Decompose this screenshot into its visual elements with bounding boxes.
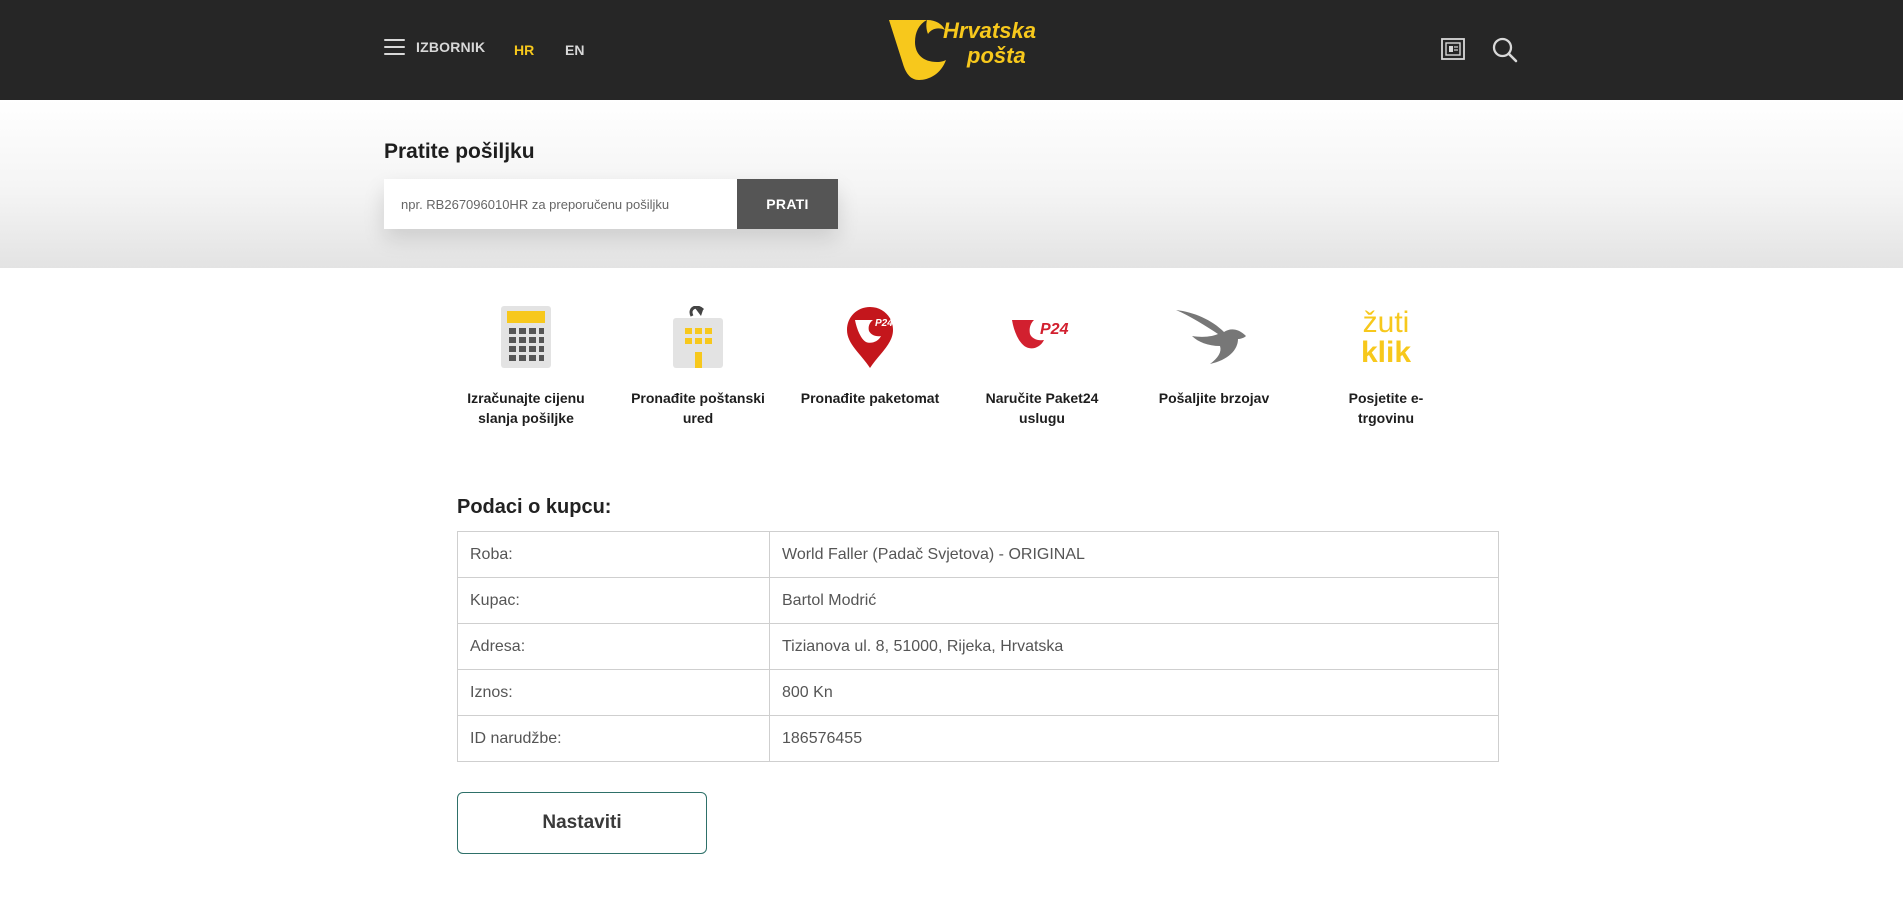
- row-label: Kupac:: [457, 577, 770, 624]
- quick-link-calculate-price[interactable]: Izračunajte cijenu slanja pošiljke: [451, 306, 601, 428]
- row-value: Bartol Modrić: [769, 577, 1499, 624]
- post-office-icon: [673, 306, 723, 368]
- tracking-title: Pratite pošiljku: [384, 140, 535, 163]
- paket24-icon: P24: [1012, 320, 1069, 349]
- posthorn-logo-icon: [889, 20, 946, 80]
- zuti-klik-icon: žuti klik: [1311, 306, 1461, 370]
- svg-text:P24: P24: [875, 318, 893, 329]
- logo-wordmark: Hrvatska pošta: [943, 18, 1036, 68]
- quick-link-paket24[interactable]: P24 Naručite Paket24 uslugu: [967, 306, 1117, 428]
- quick-link-label: Posjetite e-trgovinu: [1348, 390, 1424, 426]
- track-button[interactable]: PRATI: [737, 179, 838, 229]
- hrvatska-posta-logo[interactable]: Hrvatska pošta: [889, 18, 1049, 82]
- tracking-banner: [0, 100, 1903, 268]
- svg-text:P24: P24: [1040, 321, 1069, 338]
- tracking-form: PRATI: [384, 179, 838, 229]
- row-label: ID narudžbe:: [457, 715, 770, 762]
- menu-button[interactable]: IZBORNIK: [384, 39, 485, 55]
- language-hr-link[interactable]: HR: [514, 42, 534, 58]
- row-label: Iznos:: [457, 669, 770, 716]
- calculator-icon: [501, 306, 551, 368]
- site-header: IZBORNIK HR EN Hrvatska pošta: [0, 0, 1903, 100]
- row-value: World Faller (Padač Svjetova) - ORIGINAL: [769, 531, 1499, 578]
- quick-link-label: Pronađite poštanski ured: [631, 390, 765, 426]
- hamburger-icon: [384, 39, 405, 55]
- quick-link-post-office[interactable]: Pronađite poštanski ured: [623, 306, 773, 428]
- row-value: Tizianova ul. 8, 51000, Rijeka, Hrvatska: [769, 623, 1499, 670]
- customer-section-title: Podaci o kupcu:: [457, 496, 612, 518]
- table-row: Kupac: Bartol Modrić: [457, 577, 1499, 624]
- logo-line-1: Hrvatska: [943, 18, 1036, 43]
- quick-link-label: Pošaljite brzojav: [1158, 390, 1270, 406]
- menu-label: IZBORNIK: [416, 39, 486, 55]
- continue-button[interactable]: Nastaviti: [457, 792, 707, 854]
- quick-link-parcel-locker[interactable]: P24 Pronađite paketomat: [795, 306, 945, 408]
- quick-link-label: Naručite Paket24 uslugu: [985, 390, 1099, 426]
- table-row: ID narudžbe: 186576455: [457, 715, 1499, 762]
- logo-line-2: pošta: [967, 43, 1026, 68]
- search-icon[interactable]: [1492, 37, 1518, 68]
- quick-link-label: Izračunajte cijenu slanja pošiljke: [467, 390, 585, 426]
- row-value: 800 Kn: [769, 669, 1499, 716]
- row-value: 186576455: [769, 715, 1499, 762]
- zuti-klik-logo-top: žuti: [1362, 306, 1410, 339]
- table-row: Roba: World Faller (Padač Svjetova) - OR…: [457, 531, 1499, 578]
- quick-link-label: Pronađite paketomat: [800, 390, 940, 406]
- parcel-locker-pin-icon: P24: [847, 307, 893, 368]
- quick-link-eshop[interactable]: žuti klik Posjetite e-trgovinu: [1311, 306, 1461, 428]
- zuti-klik-logo-bottom: klik: [1360, 336, 1412, 369]
- table-row: Iznos: 800 Kn: [457, 669, 1499, 716]
- language-en-link[interactable]: EN: [565, 42, 584, 58]
- row-label: Roba:: [457, 531, 770, 578]
- newspaper-icon[interactable]: [1441, 38, 1465, 65]
- table-row: Adresa: Tizianova ul. 8, 51000, Rijeka, …: [457, 623, 1499, 670]
- quick-link-telegram[interactable]: Pošaljite brzojav: [1139, 306, 1289, 408]
- tracking-number-input[interactable]: [384, 179, 737, 229]
- customer-data-table: Roba: World Faller (Padač Svjetova) - OR…: [457, 531, 1499, 762]
- row-label: Adresa:: [457, 623, 770, 670]
- bird-icon: [1176, 310, 1246, 364]
